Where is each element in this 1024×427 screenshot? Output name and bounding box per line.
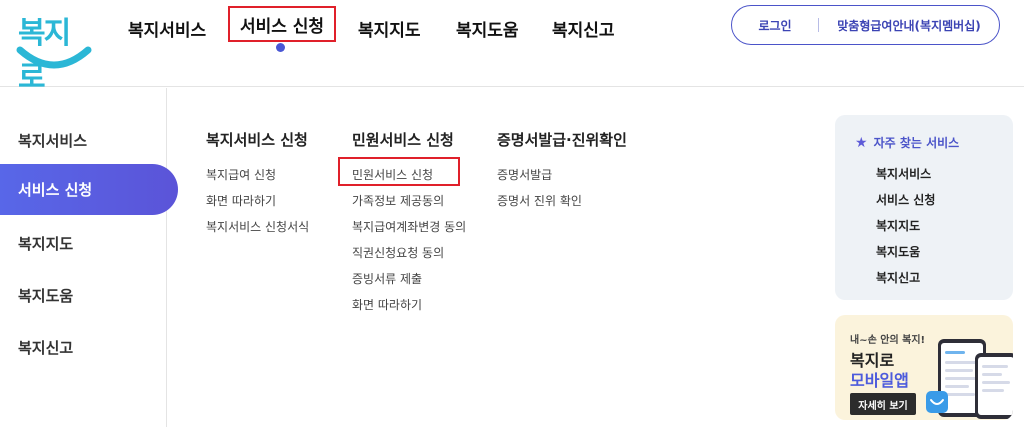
link-apply-forms[interactable]: 복지서비스 신청서식 xyxy=(206,218,309,235)
side-item-welfare-help[interactable]: 복지도움 xyxy=(18,285,73,306)
favorites-panel: ★ 자주 찾는 서비스 복지서비스 서비스 신청 복지지도 복지도움 복지신고 xyxy=(835,115,1013,300)
side-item-welfare-service[interactable]: 복지서비스 xyxy=(18,130,87,151)
column-title-welfare-apply: 복지서비스 신청 xyxy=(206,131,308,149)
side-item-welfare-map[interactable]: 복지지도 xyxy=(18,233,73,254)
screen-line xyxy=(982,389,1004,392)
screen-line xyxy=(982,381,1010,384)
favorite-item-service-apply[interactable]: 서비스 신청 xyxy=(876,191,935,208)
side-item-service-apply[interactable]: 서비스 신청 xyxy=(0,164,178,215)
favorite-item-welfare-report[interactable]: 복지신고 xyxy=(876,269,920,286)
link-benefit-apply[interactable]: 복지급여 신청 xyxy=(206,166,276,183)
logo-smile-icon xyxy=(16,46,92,69)
app-logo-icon xyxy=(930,399,944,405)
screen-line xyxy=(945,361,979,364)
app-icon xyxy=(926,391,948,413)
mobile-app-banner[interactable]: 내~손 안의 복지! 복지로 모바일앱 자세히 보기 xyxy=(835,315,1013,420)
gnb-item-service-apply[interactable]: 서비스 신청 xyxy=(228,6,336,42)
phone-illustration-2 xyxy=(975,353,1013,419)
column-title-certificate: 증명서발급·진위확인 xyxy=(497,131,627,149)
column-title-civil-apply: 민원서비스 신청 xyxy=(352,131,454,149)
custom-benefit-button[interactable]: 맞춤형급여안내(복지멤버십) xyxy=(819,17,999,34)
gnb-item-welfare-report[interactable]: 복지신고 xyxy=(548,16,619,41)
gnb-item-welfare-help[interactable]: 복지도움 xyxy=(452,16,523,41)
link-family-info-consent[interactable]: 가족정보 제공동의 xyxy=(352,192,444,209)
link-screen-guide[interactable]: 화면 따라하기 xyxy=(206,192,276,209)
favorite-item-welfare-help[interactable]: 복지도움 xyxy=(876,243,920,260)
phone-screen-2 xyxy=(978,357,1013,415)
screen-line xyxy=(945,393,975,396)
screen-line xyxy=(945,377,977,380)
screen-line xyxy=(982,373,1002,376)
link-civil-apply[interactable]: 민원서비스 신청 xyxy=(352,166,433,183)
link-submit-documents[interactable]: 증빙서류 제출 xyxy=(352,270,422,287)
active-indicator-dot xyxy=(276,43,285,52)
banner-detail-button[interactable]: 자세히 보기 xyxy=(850,393,916,415)
header: 복지로 복지서비스 서비스 신청 복지지도 복지도움 복지신고 로그인 맞춤형급… xyxy=(0,0,1024,95)
favorites-title: ★ 자주 찾는 서비스 xyxy=(855,134,959,151)
screen-line xyxy=(982,365,1008,368)
gnb-item-welfare-service[interactable]: 복지서비스 xyxy=(124,16,210,41)
logo[interactable]: 복지로 xyxy=(14,6,94,95)
link-account-change-consent[interactable]: 복지급여계좌변경 동의 xyxy=(352,218,466,235)
util-menu: 로그인 맞춤형급여안내(복지멤버십) xyxy=(731,5,1000,45)
banner-tagline: 내~손 안의 복지! xyxy=(850,335,926,346)
link-ex-officio-consent[interactable]: 직권신청요청 동의 xyxy=(352,244,444,261)
link-certificate-issue[interactable]: 증명서발급 xyxy=(497,166,552,183)
screen-line xyxy=(945,369,973,372)
side-menu: 복지서비스 복지지도 복지도움 복지신고 xyxy=(0,88,167,427)
screen-line xyxy=(945,351,965,354)
link-screen-guide-2[interactable]: 화면 따라하기 xyxy=(352,296,422,313)
login-button[interactable]: 로그인 xyxy=(732,17,818,34)
favorite-item-welfare-map[interactable]: 복지지도 xyxy=(876,217,920,234)
favorites-title-label: 자주 찾는 서비스 xyxy=(873,136,960,150)
screen-line xyxy=(945,385,969,388)
link-certificate-verify[interactable]: 증명서 진위 확인 xyxy=(497,192,582,209)
gnb-item-welfare-map[interactable]: 복지지도 xyxy=(354,16,425,41)
star-icon: ★ xyxy=(855,134,868,151)
banner-title-line2: 모바일앱 xyxy=(850,371,909,390)
favorite-item-welfare-service[interactable]: 복지서비스 xyxy=(876,165,931,182)
side-item-welfare-report[interactable]: 복지신고 xyxy=(18,337,73,358)
